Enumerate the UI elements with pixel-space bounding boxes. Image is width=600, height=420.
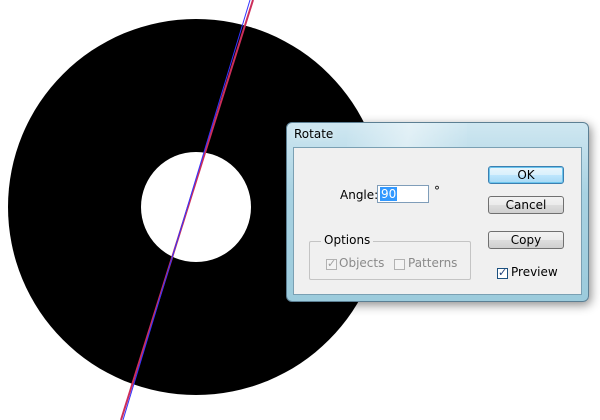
rotate-dialog: Rotate Angle: 90 ° Options Objects Patte… [286, 122, 589, 302]
options-group: Options Objects Patterns [309, 233, 471, 280]
angle-value: 90 [380, 187, 398, 201]
patterns-checkbox[interactable] [394, 259, 405, 270]
degree-unit: ° [434, 184, 440, 198]
angle-label: Angle: [340, 188, 379, 202]
preview-label: Preview [511, 265, 558, 279]
preview-checkbox[interactable] [497, 266, 508, 279]
patterns-label: Patterns [408, 256, 458, 270]
cancel-button[interactable]: Cancel [488, 196, 564, 214]
angle-input[interactable]: 90 [377, 185, 429, 203]
dialog-title: Rotate [294, 127, 334, 141]
options-legend: Options [321, 233, 374, 247]
copy-button[interactable]: Copy [488, 231, 564, 249]
objects-checkbox[interactable] [326, 257, 337, 270]
objects-label: Objects [339, 256, 385, 270]
dialog-body: Angle: 90 ° Options Objects Patterns OK … [293, 147, 582, 295]
ok-button[interactable]: OK [488, 166, 564, 184]
